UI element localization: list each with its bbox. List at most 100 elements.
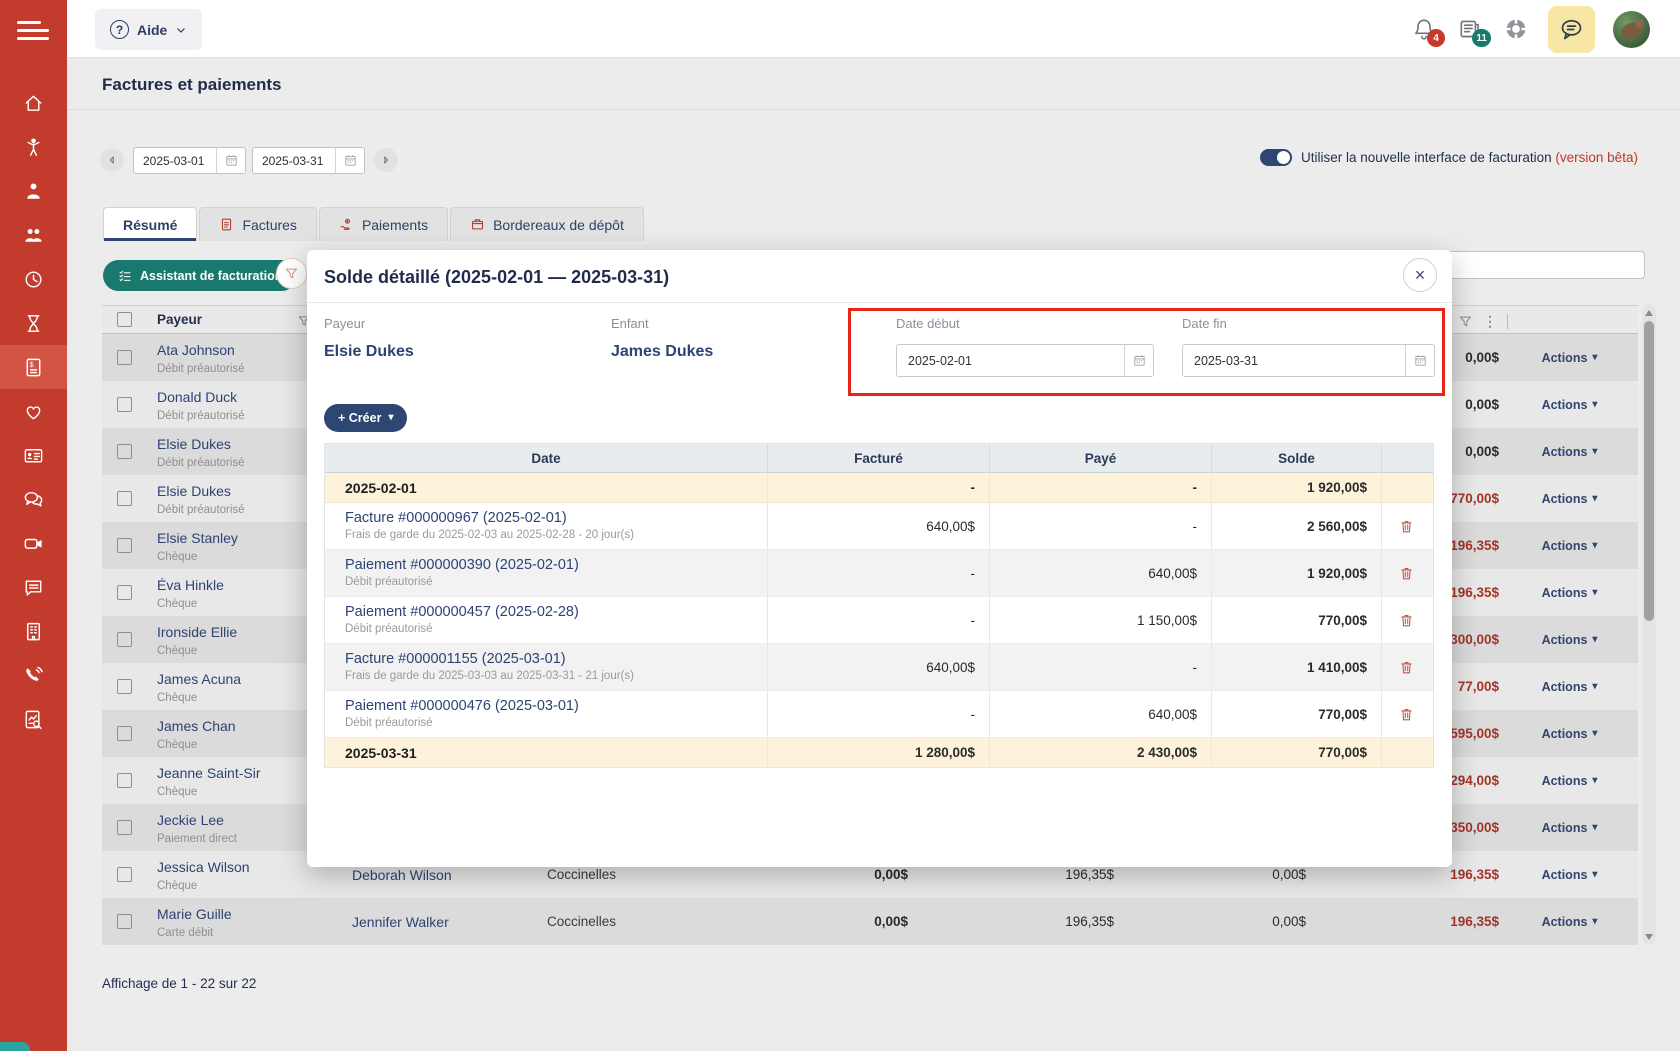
select-all-checkbox[interactable] [117,312,132,327]
row-checkbox[interactable] [117,773,132,788]
row-actions-button[interactable]: Actions▾ [1542,351,1598,365]
row-checkbox[interactable] [117,444,132,459]
paid-cell: 640,00$ [990,550,1212,596]
close-button[interactable]: × [1403,258,1437,292]
row-checkbox[interactable] [117,726,132,741]
row-checkbox[interactable] [117,632,132,647]
sidebar-item-building[interactable] [0,609,67,653]
entry-subtitle: Frais de garde du 2025-02-03 au 2025-02-… [345,529,767,541]
payer-link[interactable]: Elsie Dukes [324,343,414,361]
row-checkbox[interactable] [117,538,132,553]
caret-down-icon: ▾ [1592,541,1597,551]
sidebar-item-notes[interactable] [0,565,67,609]
funnel-icon[interactable] [1458,314,1473,329]
row-checkbox[interactable] [117,491,132,506]
child-cell[interactable]: Jennifer Walker [352,914,547,930]
entry-link[interactable]: Facture #000001155 (2025-03-01) [345,651,767,667]
child-link[interactable]: James Dukes [611,343,713,361]
calendar-icon[interactable] [1405,345,1434,376]
row-actions-button[interactable]: Actions▾ [1542,633,1598,647]
delete-button[interactable] [1396,562,1418,584]
tab-bordereaux-de-d-p-t[interactable]: Bordereaux de dépôt [450,207,644,241]
billing-assistant-button[interactable]: Assistant de facturation [103,260,297,291]
row-checkbox[interactable] [117,679,132,694]
sidebar-item-heart[interactable] [0,389,67,433]
tab-factures[interactable]: Factures [199,207,316,241]
row-actions-button[interactable]: Actions▾ [1542,445,1598,459]
row-actions-button[interactable]: Actions▾ [1542,821,1598,835]
sidebar-item-families[interactable] [0,213,67,257]
row-actions-button[interactable]: Actions▾ [1542,586,1598,600]
row-checkbox[interactable] [117,585,132,600]
sidebar-item-billing[interactable]: $ [0,345,67,389]
messages-button[interactable] [1548,6,1595,53]
row-actions-button[interactable]: Actions▾ [1542,727,1598,741]
sidebar-item-video[interactable] [0,521,67,565]
scroll-up-arrow[interactable] [1645,310,1653,316]
row-checkbox[interactable] [117,397,132,412]
entry-link[interactable]: Paiement #000000476 (2025-03-01) [345,698,767,714]
balance-cell: 196,35$ [1308,867,1501,882]
row-actions-button[interactable]: Actions▾ [1542,492,1598,506]
row-actions-button[interactable]: Actions▾ [1542,915,1598,929]
tab-paiements[interactable]: Paiements [319,207,448,241]
filter-button[interactable] [276,258,307,289]
notifications-button[interactable]: 4 [1410,15,1438,43]
sidebar-item-hourglass[interactable] [0,301,67,345]
tab-r-sum-[interactable]: Résumé [103,207,197,241]
delete-button[interactable] [1396,703,1418,725]
amount-1: 0,00$ [742,914,910,929]
sidebar-item-home[interactable] [0,81,67,125]
help-button[interactable]: ? Aide [95,9,202,50]
prev-period-button[interactable] [100,148,124,172]
row-checkbox[interactable] [117,867,132,882]
kebab-menu-icon[interactable]: ⋮ [1483,313,1497,330]
new-interface-toggle[interactable] [1260,149,1292,166]
row-checkbox[interactable] [117,350,132,365]
actions-cell [1382,738,1431,767]
date-end-input[interactable] [1183,345,1405,376]
period-start-input[interactable] [134,148,216,173]
create-button[interactable]: + Créer ▾ [324,404,407,432]
row-actions-button[interactable]: Actions▾ [1542,774,1598,788]
sidebar-item-report[interactable] [0,697,67,741]
row-checkbox[interactable] [117,914,132,929]
sidebar-item-phone[interactable] [0,653,67,697]
date-start-input[interactable] [897,345,1124,376]
user-avatar[interactable] [1613,11,1650,48]
sidebar-item-id-card[interactable] [0,433,67,477]
entry-link[interactable]: Facture #000000967 (2025-02-01) [345,510,767,526]
row-actions-button[interactable]: Actions▾ [1542,868,1598,882]
id-card-icon [22,444,45,467]
tab-label: Paiements [362,217,428,233]
col-paid: Payé [990,444,1212,472]
delete-button[interactable] [1396,656,1418,678]
sidebar-item-educator[interactable] [0,169,67,213]
calendar-icon[interactable] [335,148,364,173]
svg-text:$: $ [30,361,34,369]
row-actions-button[interactable]: Actions▾ [1542,539,1598,553]
sidebar-item-clock[interactable] [0,257,67,301]
row-actions-button[interactable]: Actions▾ [1542,680,1598,694]
calendar-icon[interactable] [216,148,245,173]
summary-date: 2025-02-01 [325,473,768,502]
scroll-down-arrow[interactable] [1645,934,1653,940]
scrollbar-thumb[interactable] [1644,321,1654,621]
payer-cell[interactable]: Marie GuilleCarte débit [157,905,352,939]
sidebar-item-child[interactable] [0,125,67,169]
row-actions-button[interactable]: Actions▾ [1542,398,1598,412]
menu-icon[interactable] [17,21,49,45]
sidebar-item-chat[interactable] [0,477,67,521]
row-checkbox[interactable] [117,820,132,835]
vertical-scrollbar[interactable] [1642,305,1656,945]
support-button[interactable] [1502,15,1530,43]
entry-link[interactable]: Paiement #000000390 (2025-02-01) [345,557,767,573]
calendar-icon[interactable] [1124,345,1153,376]
next-period-button[interactable] [374,148,398,172]
period-end-input[interactable] [253,148,335,173]
delete-button[interactable] [1396,609,1418,631]
child-cell[interactable]: Deborah Wilson [352,867,547,883]
news-button[interactable]: 11 [1456,15,1484,43]
delete-button[interactable] [1396,515,1418,537]
entry-link[interactable]: Paiement #000000457 (2025-02-28) [345,604,767,620]
